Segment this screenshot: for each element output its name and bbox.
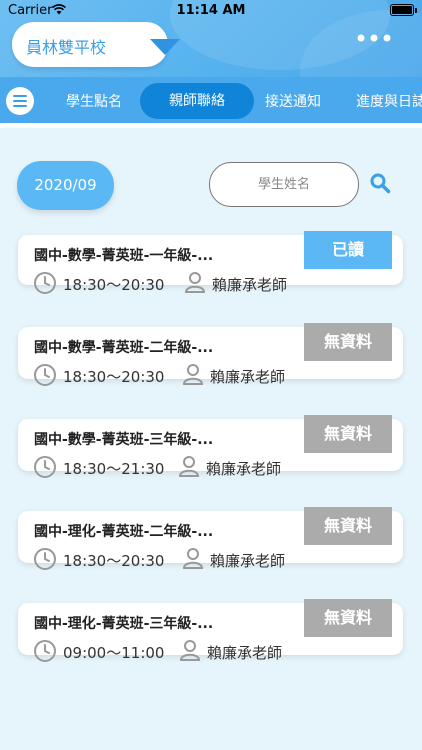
status-badge: 無資料 [304, 599, 392, 637]
class-time: 09:00～11:00 [63, 644, 165, 662]
class-title: 國中-數學-菁英班-二年級-... [34, 340, 214, 356]
class-title: 國中-數學-菁英班-一年級-... [34, 248, 214, 264]
status-time: 11:14 AM [176, 3, 246, 18]
clock-icon [34, 640, 56, 662]
more-options-icon[interactable] [356, 30, 392, 46]
class-card[interactable]: 國中-數學-菁英班-三年級-... 18:30～21:30 賴廉承老師 無資料 [18, 415, 403, 478]
class-card[interactable]: 國中-理化-菁英班-二年級-... 18:30～20:30 賴廉承老師 無資料 [18, 507, 403, 570]
clock-icon [34, 548, 56, 570]
tab-progress-log[interactable]: 進度與日誌 [356, 91, 422, 111]
status-badge: 無資料 [304, 507, 392, 545]
person-icon [179, 640, 201, 661]
class-time: 18:30～20:30 [63, 368, 165, 386]
tab-bar: 學生點名 親師聯絡 接送通知 進度與日誌 [0, 77, 422, 123]
school-name: 員林雙平校 [26, 38, 107, 57]
clock-icon [34, 272, 56, 294]
class-time: 18:30～21:30 [63, 460, 165, 478]
teacher-name: 賴廉承老師 [212, 276, 288, 294]
tab-attendance[interactable]: 學生點名 [66, 91, 122, 111]
class-title: 國中-理化-菁英班-三年級-... [34, 616, 214, 632]
class-time: 18:30～20:30 [63, 276, 165, 294]
teacher-name: 賴廉承老師 [210, 552, 286, 570]
status-bar: Carrier 11:14 AM [0, 0, 422, 22]
status-badge: 已讀 [304, 231, 392, 269]
tab-parent-contact[interactable]: 親師聯絡 [140, 83, 254, 119]
person-icon [182, 548, 204, 569]
app-header: Carrier 11:14 AM 員林雙平校 [0, 0, 422, 77]
teacher-name: 賴廉承老師 [207, 644, 283, 662]
search-icon[interactable] [369, 172, 391, 194]
status-badge: 無資料 [304, 323, 392, 361]
student-search-input[interactable] [209, 162, 359, 207]
person-icon [182, 364, 204, 385]
teacher-name: 賴廉承老師 [210, 368, 286, 386]
person-icon [178, 456, 200, 477]
teacher-name: 賴廉承老師 [206, 460, 282, 478]
class-title: 國中-數學-菁英班-三年級-... [34, 432, 214, 448]
class-title: 國中-理化-菁英班-二年級-... [34, 524, 214, 540]
menu-button[interactable] [6, 87, 34, 115]
chevron-down-icon [150, 39, 180, 55]
divider [0, 123, 422, 128]
battery-icon [390, 4, 417, 16]
class-card[interactable]: 國中-數學-菁英班-二年級-... 18:30～20:30 賴廉承老師 無資料 [18, 323, 403, 386]
class-card[interactable]: 國中-數學-菁英班-一年級-... 18:30～20:30 賴廉承老師 已讀 [18, 231, 403, 294]
date-filter-button[interactable]: 2020/09 [17, 161, 114, 210]
person-icon [184, 272, 206, 293]
school-selector[interactable]: 員林雙平校 [12, 22, 180, 67]
tab-pickup-notice[interactable]: 接送通知 [265, 91, 321, 111]
class-time: 18:30～20:30 [63, 552, 165, 570]
clock-icon [34, 456, 56, 478]
class-card[interactable]: 國中-理化-菁英班-三年級-... 09:00～11:00 賴廉承老師 無資料 [18, 599, 403, 662]
status-badge: 無資料 [304, 415, 392, 453]
clock-icon [34, 364, 56, 386]
